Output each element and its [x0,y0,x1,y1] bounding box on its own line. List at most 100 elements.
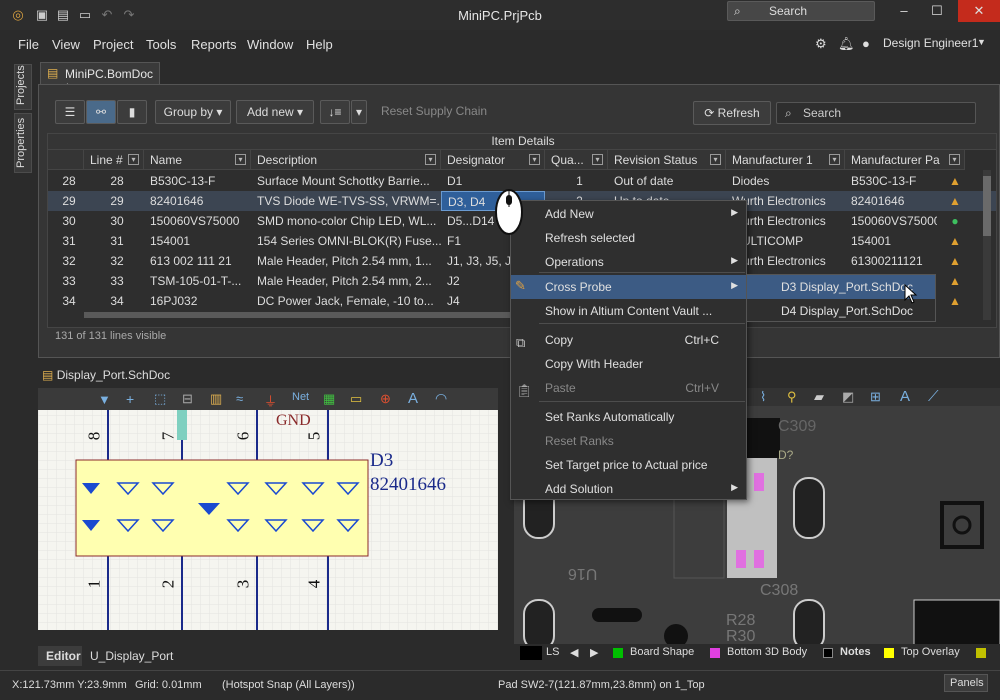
scrollbar-thumb[interactable] [983,176,991,236]
route-icon[interactable]: ⌇ [760,389,766,405]
list-view-button[interactable]: ☰ [55,100,85,124]
reset-supply-chain-button[interactable]: Reset Supply Chain [374,100,494,124]
filter-icon[interactable]: ▾ [235,154,246,165]
table-cell-mpn[interactable]: 61300211121 [845,251,937,271]
table-cell-mpn[interactable]: 82401646 [845,191,937,211]
text-icon[interactable]: A [408,390,418,407]
global-search-input[interactable]: ⌕ Search [727,1,875,21]
menu-item-copy-with-header[interactable]: Copy With Header [511,352,746,376]
table-cell-desc[interactable]: TVS Diode WE-TVS-SS, VRWM=... [251,191,441,211]
panels-button[interactable]: Panels [944,674,988,692]
table-cell-desc[interactable]: SMD mono-color Chip LED, WL... [251,211,441,231]
undo-icon[interactable]: ↶ [99,7,115,23]
port-icon[interactable]: ▭ [350,391,362,407]
save-icon[interactable]: ▣ [34,7,50,23]
arc-icon[interactable]: ◠ [435,390,447,407]
chart-view-button[interactable]: ▮ [117,100,147,124]
table-cell-mpn[interactable]: 150060VS75000 [845,211,937,231]
minimize-button[interactable]: – [888,0,920,22]
col-revision[interactable]: Revision Status ▾ [608,150,726,170]
polygon-icon[interactable]: ▰ [814,389,824,405]
layer-board-shape[interactable]: Board Shape [630,646,694,658]
filter-icon[interactable]: ▾ [128,154,139,165]
doc-tab-bomdoc[interactable]: ▤ MiniPC.BomDoc * [40,62,160,95]
table-cell-des[interactable]: D1 [441,171,545,191]
filter-icon[interactable]: ▾ [949,154,960,165]
table-cell-mpn[interactable]: 154001 [845,231,937,251]
gear-icon[interactable]: ⚙ [815,36,827,52]
table-cell-idx[interactable]: 34 [48,291,84,311]
table-cell-mpn[interactable]: B530C-13-F [845,171,937,191]
table-cell-name[interactable]: 150060VS75000 [144,211,251,231]
table-cell-name[interactable]: TSM-105-01-T-... [144,271,251,291]
filter-icon[interactable]: ▾ [425,154,436,165]
bom-search-input[interactable]: ⌕ Search [776,102,976,124]
table-cell-name[interactable]: B530C-13-F [144,171,251,191]
table-cell-mfr[interactable]: Diodes [726,171,845,191]
menu-help[interactable]: Help [306,37,333,52]
menu-item-set-target-price-to-actual-price[interactable]: Set Target price to Actual price [511,453,746,477]
table-cell-idx[interactable]: 28 [48,171,84,191]
table-cell-name[interactable]: 82401646 [144,191,251,211]
filter-icon[interactable]: ▾ [592,154,603,165]
filter-icon[interactable]: ▼ [98,392,111,407]
table-cell-idx[interactable]: 31 [48,231,84,251]
save-all-icon[interactable]: ▤ [55,7,71,23]
select-icon[interactable]: ⬚ [154,391,166,407]
table-cell-qty[interactable]: 1 [545,171,608,191]
filter-icon[interactable]: ▾ [529,154,540,165]
table-cell-desc[interactable]: Male Header, Pitch 2.54 mm, 2... [251,271,441,291]
table-cell-idx[interactable]: 33 [48,271,84,291]
menu-project[interactable]: Project [93,37,133,52]
table-cell-name[interactable]: 154001 [144,231,251,251]
crosshair-icon[interactable]: + [126,391,134,407]
table-cell-name[interactable]: 613 002 111 21 [144,251,251,271]
redo-icon[interactable]: ↷ [121,7,137,23]
menu-item-refresh-selected[interactable]: Refresh selected [511,226,746,250]
layer-ls[interactable]: LS [546,646,559,658]
dimension-icon[interactable]: ⊞ [870,389,881,405]
menu-reports[interactable]: Reports [191,37,237,52]
layer-bottom-3d-body[interactable]: Bottom 3D Body [727,646,807,658]
menu-item-cross-probe[interactable]: Cross Probe ▶ [511,275,746,299]
col-name[interactable]: Name ▾ [144,150,251,170]
harness-icon[interactable]: ▦ [323,391,335,407]
sort-button[interactable]: ↓≡ [320,100,350,124]
filter-icon[interactable]: ▾ [829,154,840,165]
schematic-canvas[interactable]: GND D3 82401646 8 7 6 5 1 2 3 4 ▼ + ⬚ ⊟ … [38,388,498,630]
tab-editor[interactable]: Editor [38,646,82,666]
col-manufacturer[interactable]: Manufacturer 1 ▾ [726,150,845,170]
group-by-button[interactable]: Group by ▾ [155,100,231,124]
menu-item-set-ranks-automatically[interactable]: Set Ranks Automatically [511,405,746,429]
refresh-button[interactable]: ⟳ Refresh [693,101,771,125]
table-cell-line[interactable]: 30 [84,211,144,231]
menu-window[interactable]: Window [247,37,293,52]
part-icon[interactable]: ▥ [210,391,222,407]
table-cell-desc[interactable]: Surface Mount Schottky Barrie... [251,171,441,191]
layer-notes[interactable]: Notes [840,646,871,658]
next-layer-icon[interactable]: ▶ [590,646,598,659]
table-cell-desc[interactable]: DC Power Jack, Female, -10 to... [251,291,441,311]
sort-dropdown-button[interactable]: ▾ [351,100,367,124]
table-cell-line[interactable]: 28 [84,171,144,191]
menu-item-reset-ranks[interactable]: Reset Ranks [511,429,746,453]
open-folder-icon[interactable]: ▭ [77,7,93,23]
table-cell-line[interactable]: 32 [84,251,144,271]
add-new-button[interactable]: Add new ▾ [236,100,314,124]
table-cell-idx[interactable]: 30 [48,211,84,231]
col-line[interactable]: Line # ▾ [84,150,144,170]
table-cell-desc[interactable]: Male Header, Pitch 2.54 mm, 1... [251,251,441,271]
menu-tools[interactable]: Tools [146,37,176,52]
table-cell-idx[interactable]: 32 [48,251,84,271]
col-designator[interactable]: Designator ▾ [441,150,545,170]
table-cell-line[interactable]: 33 [84,271,144,291]
col-description[interactable]: Description ▾ [251,150,441,170]
col-quantity[interactable]: Qua... ▾ [545,150,608,170]
tab-properties[interactable]: Properties [14,113,32,173]
keepout-icon[interactable]: ◩ [842,389,854,405]
user-icon[interactable]: ● [862,36,870,51]
table-cell-line[interactable]: 34 [84,291,144,311]
ground-icon[interactable]: ⏚ [264,391,277,410]
bell-icon[interactable]: 🔔︎ [838,36,855,52]
table-cell-rev[interactable]: Out of date [608,171,726,191]
